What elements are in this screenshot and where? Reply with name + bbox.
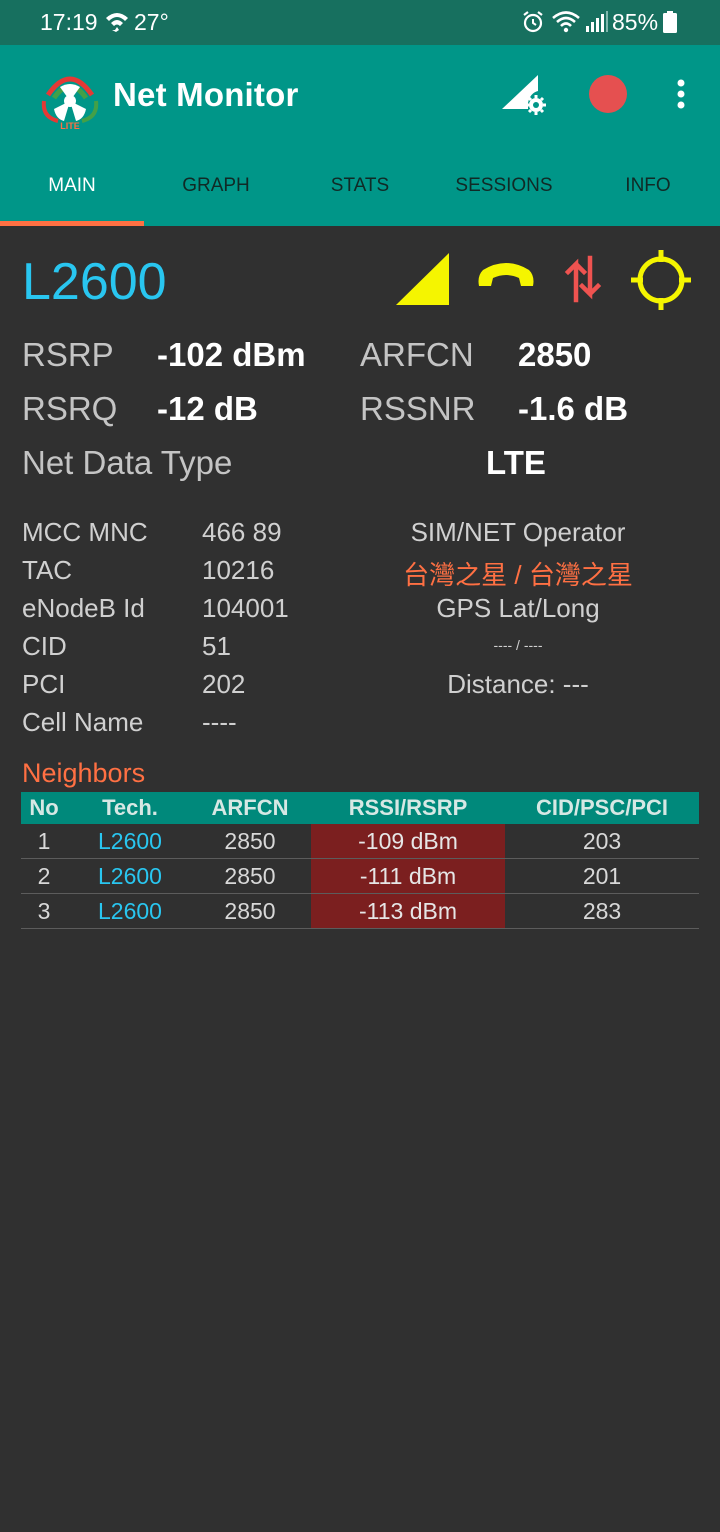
tab-main[interactable]: MAIN xyxy=(0,163,144,226)
tab-graph[interactable]: GRAPH xyxy=(144,163,288,226)
operator-value: 台灣之星 / 台灣之星 xyxy=(403,560,633,590)
row-arfcn: 2850 xyxy=(224,863,276,889)
cid-label: CID xyxy=(22,631,67,661)
table-row: 2 L2600 2850 -111 dBm 201 xyxy=(21,859,699,894)
cell-signal-icon xyxy=(585,11,609,38)
enodeb-id-value: 104001 xyxy=(202,593,289,623)
data-activity-icon xyxy=(564,254,604,309)
phone-idle-icon xyxy=(473,262,539,297)
battery-percent: 85% xyxy=(612,9,659,35)
cell-name-label: Cell Name xyxy=(22,707,144,737)
header-arfcn: ARFCN xyxy=(211,795,289,820)
status-bar: 17:19 27° 85% xyxy=(0,0,720,45)
app-logo-icon: LITE xyxy=(40,65,100,136)
wifi-icon xyxy=(552,10,580,39)
gps-crosshair-icon xyxy=(631,250,691,315)
pci-value: 202 xyxy=(202,669,246,699)
arfcn-value: 2850 xyxy=(518,336,592,373)
row-cid: 283 xyxy=(582,898,622,924)
row-arfcn: 2850 xyxy=(224,898,276,924)
wifi-calling-icon xyxy=(104,10,130,37)
row-cid: 201 xyxy=(582,863,622,889)
pci-label: PCI xyxy=(22,669,66,699)
row-tech: L2600 xyxy=(98,863,162,889)
rsrp-label: RSRP xyxy=(22,336,114,373)
neighbors-header-row: No Tech. ARFCN RSSI/RSRP CID/PSC/PCI xyxy=(21,792,699,824)
operator-label: SIM/NET Operator xyxy=(410,517,626,547)
alarm-icon xyxy=(521,10,545,39)
net-data-type-value: LTE xyxy=(486,444,546,481)
logo-badge: LITE xyxy=(60,121,80,131)
table-row: 3 L2600 2850 -113 dBm 283 xyxy=(21,894,699,929)
tab-info[interactable]: INFO xyxy=(576,163,720,226)
rsrp-value: -102 dBm xyxy=(157,336,306,373)
signal-strength-icon xyxy=(396,253,450,310)
tac-value: 10216 xyxy=(202,555,275,585)
neighbors-title: Neighbors xyxy=(22,758,146,788)
rsrq-label: RSRQ xyxy=(22,390,118,427)
gps-label: GPS Lat/Long xyxy=(436,593,600,623)
tab-stats[interactable]: STATS xyxy=(288,163,432,226)
tab-sessions[interactable]: SESSIONS xyxy=(432,163,576,226)
row-arfcn: 2850 xyxy=(224,828,276,854)
table-row: 1 L2600 2850 -109 dBm 203 xyxy=(21,824,699,859)
rssnr-value: -1.6 dB xyxy=(518,390,629,427)
arfcn-label: ARFCN xyxy=(360,336,474,373)
neighbors-table: No Tech. ARFCN RSSI/RSRP CID/PSC/PCI 1 L… xyxy=(21,792,699,929)
row-no: 3 xyxy=(37,898,51,924)
row-no: 1 xyxy=(37,828,51,854)
rsrq-value: -12 dB xyxy=(157,390,258,427)
cell-name-value: ---- xyxy=(202,707,237,737)
gps-value: ---- / ---- xyxy=(493,637,543,653)
header-no: No xyxy=(29,795,59,820)
serving-technology: L2600 xyxy=(22,253,167,311)
cid-value: 51 xyxy=(202,631,231,661)
app-bar: LITE Net Monitor MAIN GRAPH STATS SESSIO… xyxy=(0,45,720,226)
row-no: 2 xyxy=(37,863,51,889)
mcc-mnc-label: MCC MNC xyxy=(22,517,148,547)
row-cid: 203 xyxy=(582,828,622,854)
overflow-menu-icon[interactable] xyxy=(676,78,686,115)
row-rsrp: -113 dBm xyxy=(311,894,505,928)
tac-label: TAC xyxy=(22,555,73,585)
header-rssi-rsrp: RSSI/RSRP xyxy=(348,795,468,820)
row-tech: L2600 xyxy=(98,828,162,854)
header-tech: Tech. xyxy=(102,795,158,820)
header-cid-psc-pci: CID/PSC/PCI xyxy=(535,795,669,820)
record-button[interactable] xyxy=(589,75,627,113)
row-rsrp: -109 dBm xyxy=(311,824,505,858)
tab-indicator xyxy=(0,221,144,226)
mcc-mnc-value: 466 89 xyxy=(202,517,282,547)
rssnr-label: RSSNR xyxy=(360,390,476,427)
row-tech: L2600 xyxy=(98,898,162,924)
distance-text: Distance: --- xyxy=(447,669,589,699)
app-title: Net Monitor xyxy=(113,76,299,113)
row-rsrp: -111 dBm xyxy=(311,859,505,893)
status-time: 17:19 xyxy=(40,9,98,35)
signal-settings-icon[interactable] xyxy=(500,73,548,122)
enodeb-id-label: eNodeB Id xyxy=(22,593,145,623)
tab-bar: MAIN GRAPH STATS SESSIONS INFO xyxy=(0,163,720,226)
net-data-type-label: Net Data Type xyxy=(22,444,233,481)
status-temperature: 27° xyxy=(134,9,169,35)
battery-icon xyxy=(662,11,678,38)
